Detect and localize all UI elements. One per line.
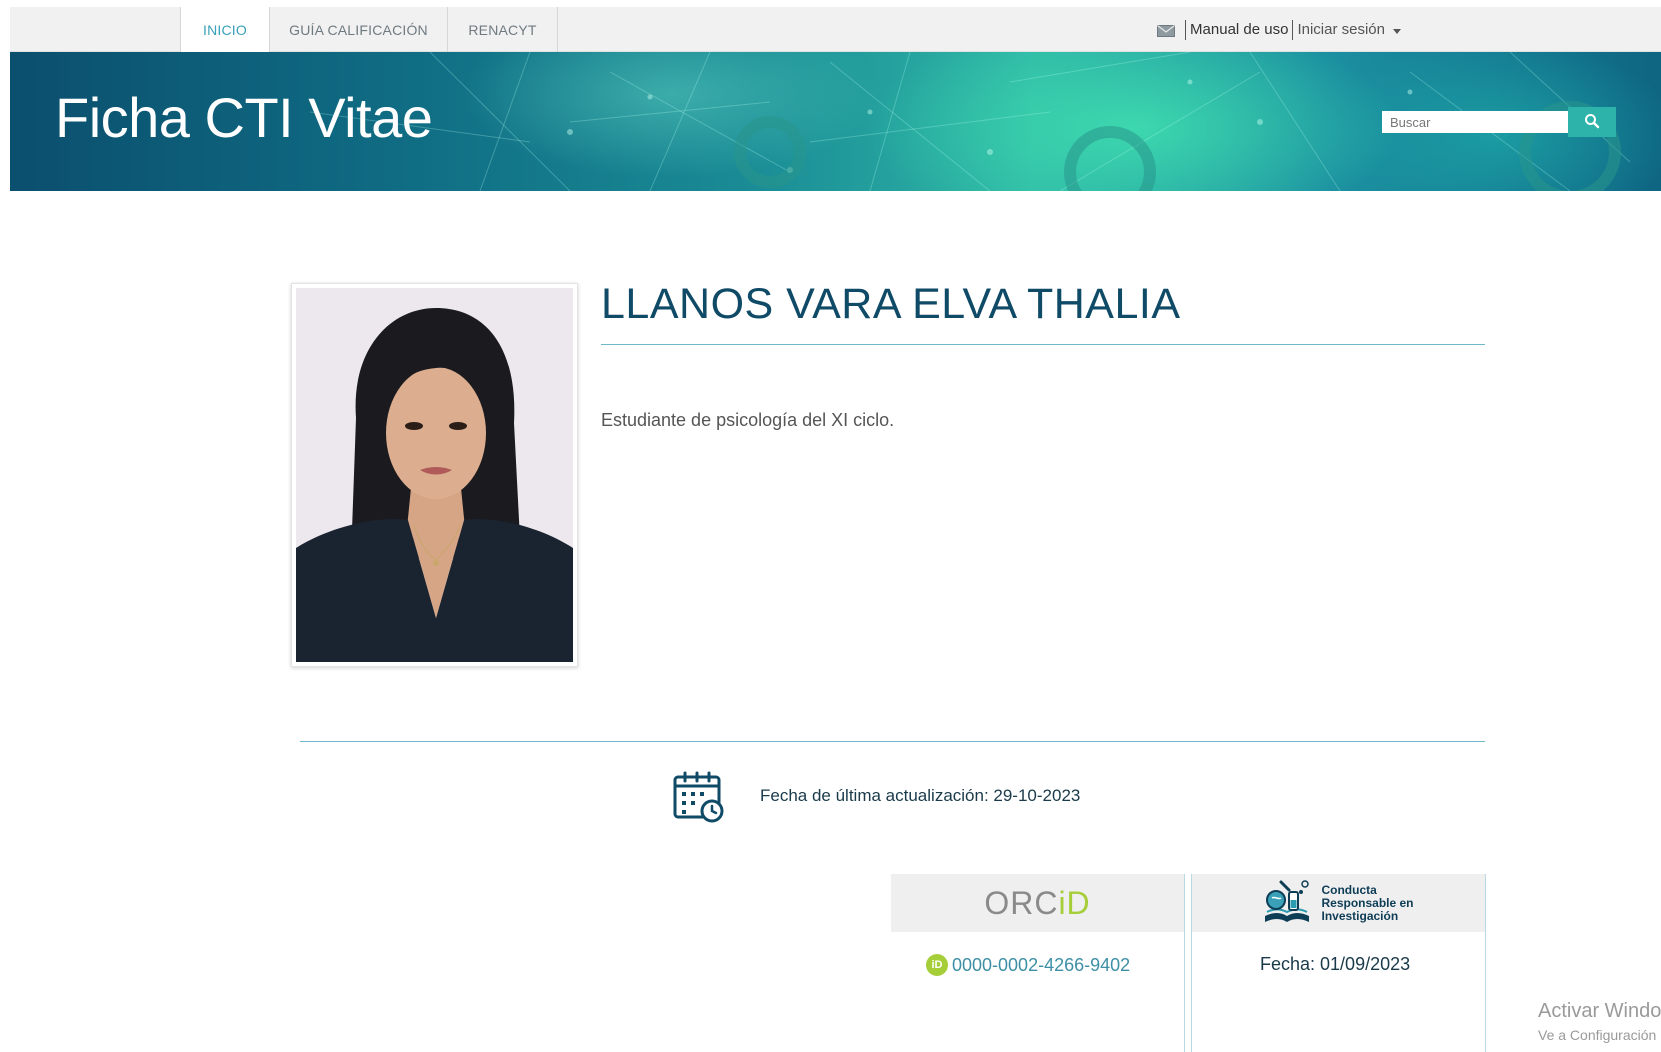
tab-inicio[interactable]: INICIO	[180, 7, 270, 52]
section-divider	[300, 741, 1485, 742]
orcid-card-header: ORCiD	[891, 874, 1184, 932]
researcher-description: Estudiante de psicología del XI ciclo.	[601, 410, 895, 430]
profile-photo	[296, 288, 573, 662]
orcid-card: ORCiD iD 0000-0002-4266-9402	[891, 874, 1185, 1052]
cri-date: Fecha: 01/09/2023	[1260, 954, 1411, 974]
search-input[interactable]	[1382, 111, 1568, 133]
top-nav: INICIO GUÍA CALIFICACIÓN RENACYT Manual …	[10, 7, 1661, 52]
cri-logo-text: Conducta Responsable en Investigación	[1321, 882, 1414, 923]
conducta-responsable-card: Conducta Responsable en Investigación Fe…	[1191, 874, 1486, 1052]
orcid-id-link[interactable]: iD 0000-0002-4266-9402	[926, 954, 1130, 976]
cri-card-header: Conducta Responsable en Investigación	[1192, 874, 1485, 932]
nav-separator	[1185, 19, 1187, 40]
nav-right: Manual de uso Iniciar sesión	[1157, 7, 1401, 52]
researcher-name: LLANOS VARA ELVA THALIA	[601, 280, 1181, 328]
calendar-clock-icon	[672, 770, 726, 824]
activation-watermark: Activar Windows Ve a Configuración para …	[1538, 1000, 1661, 1043]
chevron-down-icon	[1393, 29, 1401, 34]
profile-photo-frame	[291, 283, 578, 667]
research-ethics-icon	[1263, 878, 1311, 928]
last-update-label: Fecha de última actualización: 29-10-202…	[760, 786, 1081, 805]
page: INICIO GUÍA CALIFICACIÓN RENACYT Manual …	[0, 0, 1661, 1052]
tab-renacyt[interactable]: RENACYT	[448, 7, 558, 52]
search-button[interactable]	[1568, 107, 1616, 137]
orcid-badge-icon: iD	[926, 954, 948, 976]
orcid-id-text: 0000-0002-4266-9402	[952, 954, 1131, 975]
site-title: Ficha CTI Vitae	[55, 86, 433, 149]
nav-separator	[1292, 19, 1294, 40]
search-icon	[1584, 113, 1600, 132]
tab-guia-calificacion[interactable]: GUÍA CALIFICACIÓN	[270, 7, 448, 52]
login-label: Iniciar sesión	[1297, 21, 1385, 38]
header-banner: Ficha CTI Vitae	[10, 52, 1661, 191]
login-dropdown[interactable]: Iniciar sesión	[1297, 21, 1401, 38]
orcid-logo: ORCiD	[984, 884, 1091, 921]
name-divider	[601, 344, 1485, 345]
mail-icon[interactable]	[1157, 24, 1176, 37]
manual-link[interactable]: Manual de uso	[1190, 21, 1288, 38]
